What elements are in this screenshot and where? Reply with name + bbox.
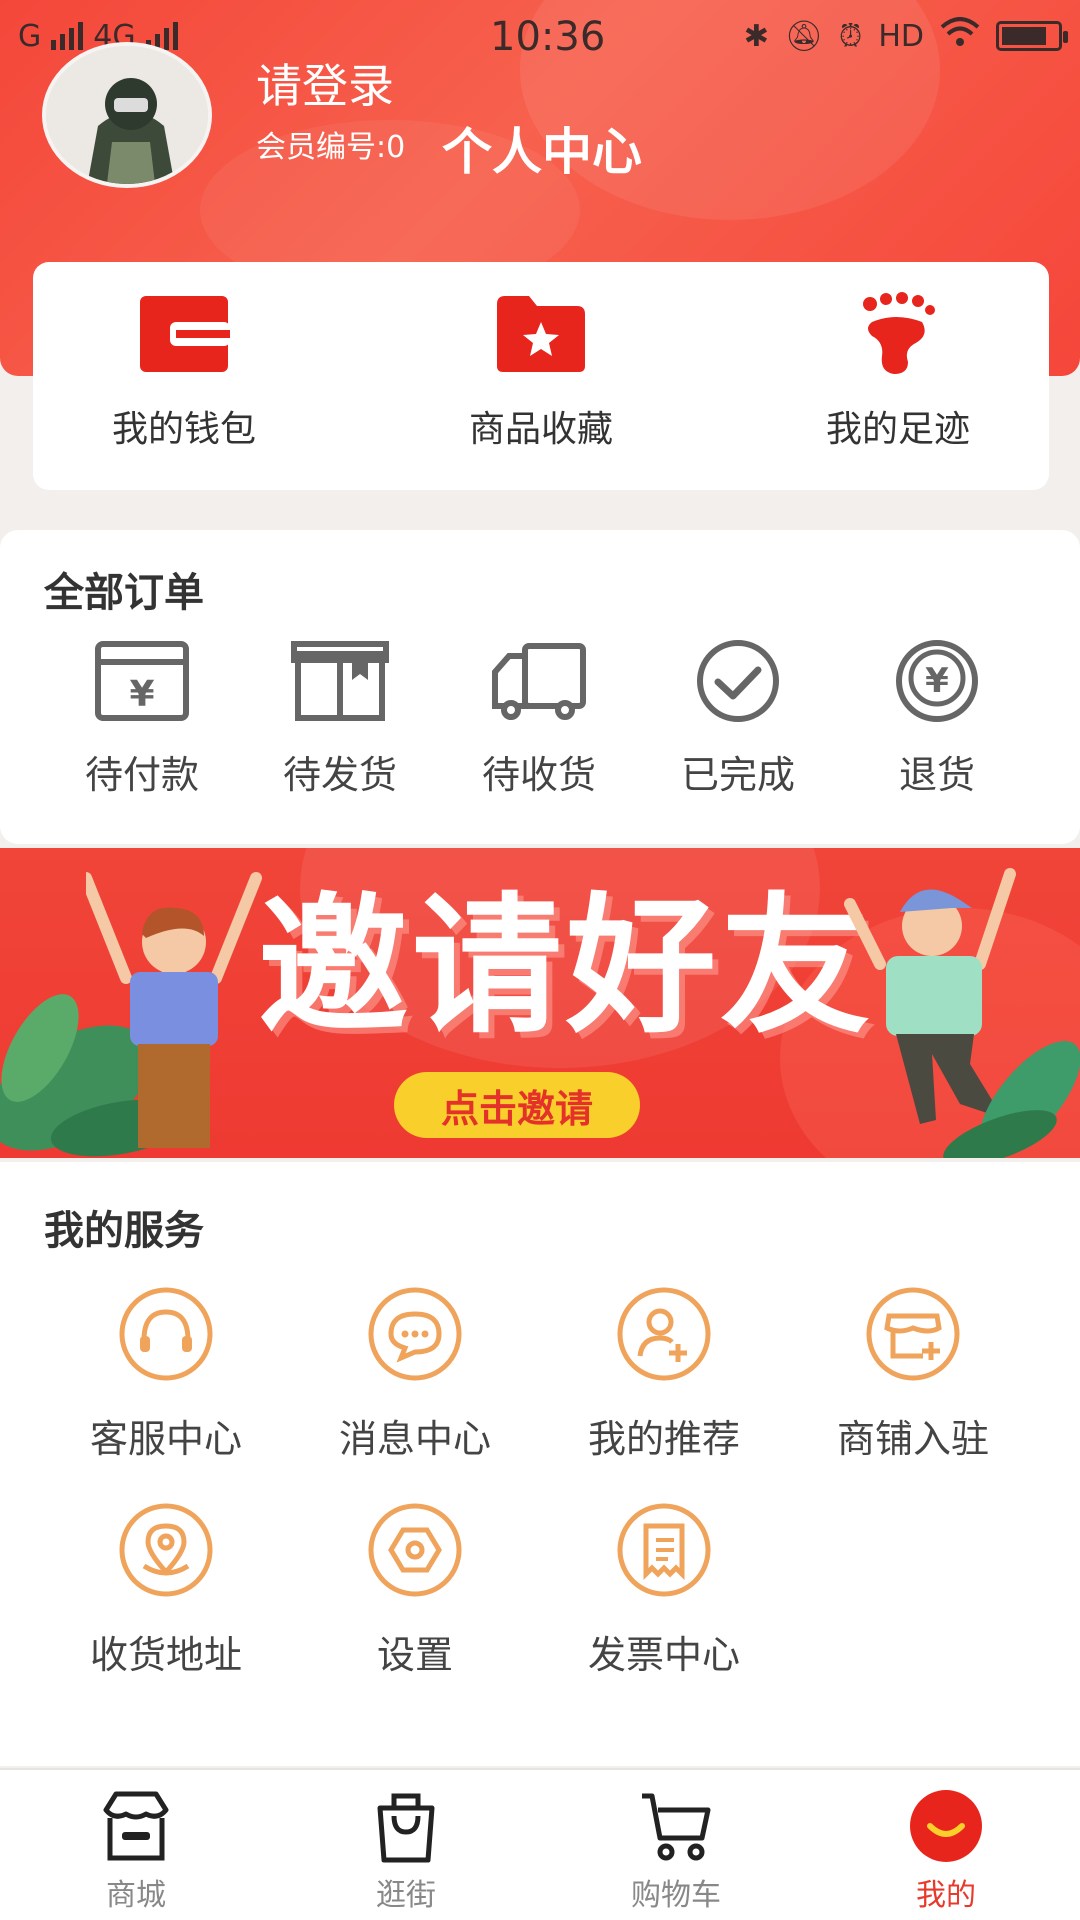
wifi-icon — [940, 17, 980, 55]
orders-title[interactable]: 全部订单 — [44, 560, 204, 618]
carrier-label: G — [18, 18, 42, 54]
service-customer-center[interactable]: 客服中心 — [56, 1286, 276, 1463]
quick-links-card: 我的钱包 商品收藏 我的足迹 — [33, 262, 1049, 490]
tab-browse[interactable]: 逛街 — [326, 1788, 486, 1914]
invite-banner[interactable]: 邀请好友 点击邀请 — [0, 848, 1080, 1158]
service-label: 消息中心 — [338, 1417, 491, 1461]
headset-icon — [119, 1287, 213, 1381]
signal-icon — [51, 22, 84, 50]
orders-section: 全部订单 ¥ 待付款 待发货 待收货 已完成 ¥ 退货 — [0, 530, 1080, 844]
service-label: 发票中心 — [587, 1633, 740, 1677]
alarm-icon: ⏰︎ — [838, 18, 863, 54]
pending-payment-icon: ¥ — [95, 641, 189, 721]
svg-text:¥: ¥ — [129, 674, 154, 715]
order-pending-payment[interactable]: ¥ 待付款 — [67, 638, 217, 799]
avatar[interactable] — [42, 42, 212, 188]
pending-shipment-icon — [291, 641, 389, 721]
wallet-icon — [140, 296, 230, 372]
tab-cart[interactable]: 购物车 — [596, 1788, 756, 1914]
recommend-user-icon — [617, 1287, 711, 1381]
order-pending-shipment[interactable]: 待发货 — [265, 638, 415, 799]
profile-smile-icon — [910, 1790, 982, 1862]
status-time: 10:36 — [490, 14, 606, 60]
order-completed[interactable]: 已完成 — [663, 638, 813, 799]
service-label: 我的推荐 — [587, 1417, 740, 1461]
shop-join-icon — [866, 1287, 960, 1381]
message-icon — [368, 1287, 462, 1381]
favorite-folder-icon — [497, 296, 585, 372]
illustration-person-left — [86, 872, 262, 1148]
tab-store[interactable]: 商城 — [56, 1788, 216, 1914]
login-prompt[interactable]: 请登录 — [256, 50, 394, 116]
tab-mine[interactable]: 我的 — [866, 1788, 1026, 1914]
refund-icon: ¥ — [896, 640, 978, 722]
tab-label: 购物车 — [631, 1878, 721, 1913]
banner-title: 邀请好友 — [258, 880, 875, 1054]
quick-link-footprint[interactable]: 我的足迹 — [803, 292, 993, 490]
service-invoice[interactable]: 发票中心 — [554, 1502, 774, 1679]
service-message-center[interactable]: 消息中心 — [305, 1286, 525, 1463]
quick-link-label: 我的钱包 — [111, 409, 256, 450]
order-refund[interactable]: ¥ 退货 — [862, 638, 1012, 799]
service-settings[interactable]: 设置 — [305, 1502, 525, 1679]
quick-link-label: 商品收藏 — [468, 409, 613, 450]
services-section: 我的服务 客服中心 消息中心 我的推荐 商铺入驻 收货地址 设置 发票中心 — [0, 1162, 1080, 1766]
bottom-tab-bar: 商城 逛街 购物车 我的 — [0, 1768, 1080, 1920]
services-title: 我的服务 — [44, 1208, 204, 1254]
tab-label: 我的 — [916, 1878, 976, 1913]
footprint-icon — [863, 292, 935, 374]
tab-label: 商城 — [106, 1878, 166, 1913]
mute-bell-icon: 🔕︎ — [784, 18, 823, 54]
quick-link-label: 我的足迹 — [825, 409, 970, 450]
completed-check-icon — [697, 640, 779, 722]
service-label: 商铺入驻 — [836, 1417, 989, 1461]
settings-icon — [368, 1503, 462, 1597]
order-label: 已完成 — [680, 753, 795, 797]
order-pending-receipt[interactable]: 待收货 — [464, 638, 614, 799]
quick-link-favorites[interactable]: 商品收藏 — [446, 292, 636, 490]
cart-icon — [642, 1793, 711, 1861]
bluetooth-icon: ✱ — [743, 18, 769, 54]
invite-button[interactable]: 点击邀请 — [394, 1072, 640, 1138]
quick-link-wallet[interactable]: 我的钱包 — [89, 292, 279, 490]
battery-icon — [996, 21, 1068, 51]
store-icon — [103, 1791, 169, 1861]
service-label: 收货地址 — [89, 1633, 242, 1677]
order-label: 待收货 — [481, 753, 596, 797]
location-pin-icon — [119, 1503, 213, 1597]
tab-label: 逛街 — [376, 1878, 436, 1913]
delivery-truck-icon — [492, 643, 586, 720]
service-my-recommend[interactable]: 我的推荐 — [554, 1286, 774, 1463]
service-label: 客服中心 — [89, 1417, 242, 1461]
page-title: 个人中心 — [442, 123, 642, 181]
invoice-icon — [617, 1503, 711, 1597]
member-number: 会员编号:0 — [256, 130, 406, 165]
service-shop-join[interactable]: 商铺入驻 — [803, 1286, 1023, 1463]
order-label: 待发货 — [282, 753, 397, 797]
order-label: 退货 — [898, 753, 975, 797]
hd-label: HD — [878, 18, 924, 54]
svg-text:¥: ¥ — [925, 661, 949, 701]
leaf-decoration-right — [943, 1041, 1080, 1158]
shopping-bag-icon — [377, 1793, 435, 1863]
service-address[interactable]: 收货地址 — [56, 1502, 276, 1679]
service-label: 设置 — [376, 1633, 453, 1677]
order-label: 待付款 — [84, 753, 199, 797]
